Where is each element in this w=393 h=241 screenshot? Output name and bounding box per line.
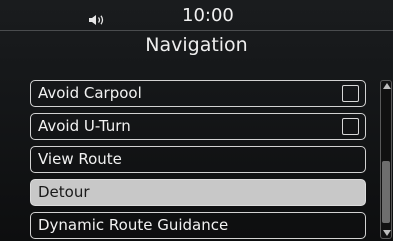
scrollbar[interactable] — [380, 80, 392, 239]
menu-item-dynamic-route-guidance[interactable]: Dynamic Route Guidance — [30, 212, 366, 239]
navigation-screen: 10:00 Navigation Avoid Carpool Avoid U-T… — [0, 0, 393, 241]
scroll-up-arrow-icon[interactable] — [383, 83, 391, 89]
speaker-icon — [89, 11, 107, 25]
page-title: Navigation — [145, 34, 248, 56]
scroll-down-arrow-icon[interactable] — [383, 230, 391, 236]
menu-item-label: Avoid Carpool — [38, 84, 142, 102]
menu-item-label: View Route — [38, 150, 122, 168]
menu-item-avoid-u-turn[interactable]: Avoid U-Turn — [30, 113, 366, 140]
avoid-carpool-checkbox[interactable] — [342, 85, 359, 102]
avoid-u-turn-checkbox[interactable] — [342, 118, 359, 135]
menu-item-view-route[interactable]: View Route — [30, 146, 366, 173]
menu-item-detour[interactable]: Detour — [30, 179, 366, 206]
clock: 10:00 — [182, 5, 234, 26]
menu-item-label: Detour — [38, 183, 90, 201]
menu-item-label: Dynamic Route Guidance — [38, 216, 229, 234]
menu-item-avoid-carpool[interactable]: Avoid Carpool — [30, 80, 366, 107]
scrollbar-thumb[interactable] — [382, 161, 390, 223]
menu-item-label: Avoid U-Turn — [38, 117, 131, 135]
status-bar: 10:00 — [0, 0, 393, 31]
